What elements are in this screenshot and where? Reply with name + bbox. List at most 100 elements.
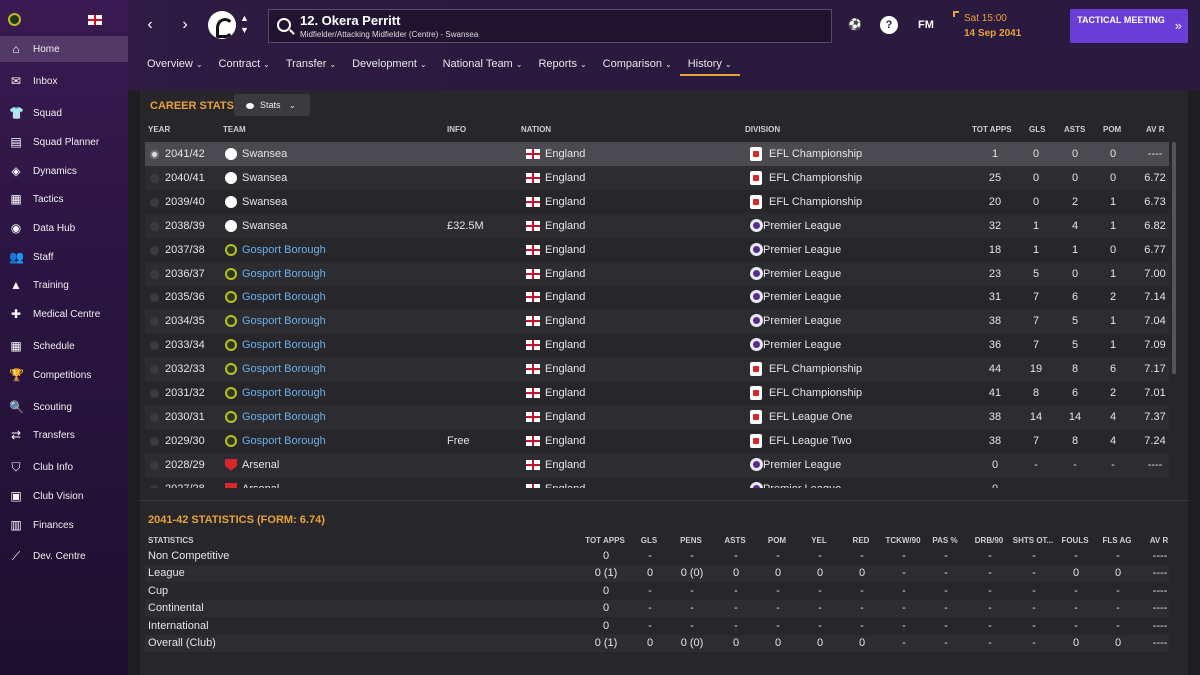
row-select-radio[interactable] [150,269,159,279]
row-team[interactable]: Gosport Borough [242,339,326,351]
col-header-pom[interactable]: POM [1103,125,1121,134]
col-header-division[interactable]: DIVISION [745,125,780,134]
stats-view-dropdown[interactable]: Stats ⌄ [234,94,310,116]
season-col-header[interactable]: GLS [627,536,671,545]
season-stats-row[interactable]: International 0- - - - - - - - - - - - ---- [145,618,1169,635]
sidebar-item-club-info[interactable]: ⛉ Club Info [0,454,128,480]
season-stats-row[interactable]: Non Competitive 0- - - - - - - - - - - - ---- [145,548,1169,565]
player-search-box[interactable]: 12. Okera Perritt Midfielder/Attacking M… [268,9,832,43]
row-nation[interactable]: England [545,363,585,375]
table-row[interactable]: 2036/37 Gosport Borough England Premier Lea… [145,261,1169,286]
col-header-year[interactable]: YEAR [148,125,170,134]
season-col-header[interactable]: SHTS OT... [1011,536,1055,545]
col-header-tot-apps[interactable]: TOT APPS [972,125,1012,134]
row-nation[interactable]: England [545,172,585,184]
tab-national-team[interactable]: National Team ⌄ [435,52,531,76]
row-nation[interactable]: England [545,148,585,160]
row-division[interactable]: EFL Championship [769,148,862,160]
row-division[interactable]: Premier League [763,339,841,351]
season-col-header[interactable]: STATISTICS [148,536,193,545]
col-header-nation[interactable]: NATION [521,125,551,134]
season-col-header[interactable]: ASTS [713,536,757,545]
sidebar-item-transfers[interactable]: ⇄ Transfers [0,422,128,448]
sidebar-item-dynamics[interactable]: ◈ Dynamics [0,158,128,184]
help-icon[interactable]: ? [880,16,898,34]
row-team[interactable]: Gosport Borough [242,435,326,447]
row-nation[interactable]: England [545,339,585,351]
sidebar-item-inbox[interactable]: ✉ Inbox [0,68,128,94]
row-select-radio[interactable] [150,197,159,207]
table-row[interactable]: 2027/28ArsenalEnglandPremier League0----… [145,477,1169,488]
sidebar-item-schedule[interactable]: ▦ Schedule [0,333,128,359]
sidebar-item-finances[interactable]: ▥ Finances [0,512,128,538]
row-nation[interactable]: England [545,315,585,327]
season-col-header[interactable]: PAS % [923,536,967,545]
row-division[interactable]: EFL Championship [769,172,862,184]
season-col-header[interactable]: RED [839,536,883,545]
row-team[interactable]: Swansea [242,172,287,184]
tab-development[interactable]: Development ⌄ [344,52,435,76]
col-header-asts[interactable]: ASTS [1064,125,1085,134]
tab-history[interactable]: History ⌄ [679,52,740,76]
col-header-gls[interactable]: GLS [1029,125,1045,134]
social-icon[interactable]: ⚽ [846,16,864,34]
season-stats-row[interactable]: Cup 0- - - - - - - - - - - - ---- [145,583,1169,600]
season-col-header[interactable]: TCKW/90 [881,536,925,545]
season-col-header[interactable]: FOULS [1053,536,1097,545]
fm-logo[interactable]: FM [914,16,938,34]
row-select-radio[interactable] [150,341,159,351]
season-stats-row[interactable]: Continental 0- - - - - - - - - - - - ---- [145,600,1169,618]
row-nation[interactable]: England [545,291,585,303]
tab-overview[interactable]: Overview ⌄ [139,52,211,76]
sidebar-item-data-hub[interactable]: ◉ Data Hub [0,215,128,241]
back-arrow-icon[interactable]: ‹ [138,13,162,37]
table-row[interactable]: 2030/31 Gosport Borough England EFL League … [145,404,1169,429]
sidebar-item-staff[interactable]: 👥 Staff [0,244,128,270]
season-stats-row[interactable]: Overall (Club) 0 (1) 0 0 (0) 0 0 0 0- - - -0 0 ---- [145,635,1169,652]
row-select-radio[interactable] [150,317,159,327]
table-row[interactable]: 2034/35 Gosport Borough England Premier Lea… [145,309,1169,334]
season-col-header[interactable]: YEL [797,536,841,545]
tab-reports[interactable]: Reports ⌄ [530,52,594,76]
row-team[interactable]: Gosport Borough [242,363,326,375]
tab-comparison[interactable]: Comparison ⌄ [595,52,680,76]
row-select-radio[interactable] [150,221,159,231]
row-nation[interactable]: England [545,196,585,208]
row-team[interactable]: Swansea [242,148,287,160]
row-select-radio[interactable] [150,412,159,422]
tab-transfer[interactable]: Transfer ⌄ [278,52,344,76]
row-team[interactable]: Gosport Borough [242,315,326,327]
row-team[interactable]: Arsenal [242,459,279,471]
sidebar-item-competitions[interactable]: 🏆 Competitions [0,362,128,388]
sidebar-item-squad[interactable]: 👕 Squad [0,100,128,126]
sidebar-item-home[interactable]: ⌂ Home [0,36,128,62]
table-row[interactable]: 2031/32 Gosport Borough England EFL Champio… [145,381,1169,405]
row-team[interactable]: Gosport Borough [242,291,326,303]
season-col-header[interactable]: TOT APPS [583,536,627,545]
season-col-header[interactable]: AV R [1137,536,1181,545]
row-nation[interactable]: England [545,268,585,280]
row-team[interactable]: Gosport Borough [242,268,326,280]
row-select-radio[interactable] [150,293,159,303]
row-division[interactable]: EFL League One [769,411,852,423]
row-team[interactable]: Swansea [242,196,287,208]
table-row[interactable]: 2038/39 Swansea £32.5M England Premier Leagu… [145,213,1169,238]
club-badge-icon[interactable] [8,13,21,26]
row-division[interactable]: Premier League [763,220,841,232]
row-team[interactable]: Arsenal [242,483,279,488]
table-row[interactable]: 2032/33 Gosport Borough England EFL Champio… [145,357,1169,382]
sidebar-item-medical-centre[interactable]: ✚ Medical Centre [0,301,128,327]
tab-contract[interactable]: Contract ⌄ [211,52,278,76]
forward-arrow-icon[interactable]: › [173,13,197,37]
row-division[interactable]: EFL Championship [769,387,862,399]
table-row[interactable]: 2033/34 Gosport Borough England Premier Lea… [145,333,1169,357]
table-row[interactable]: 2028/29 Arsenal England Premier League 0- - - -… [145,452,1169,477]
england-flag-icon[interactable] [88,15,102,25]
row-select-radio[interactable] [150,484,159,488]
row-select-radio[interactable] [150,460,159,470]
row-team[interactable]: Swansea [242,220,287,232]
table-row[interactable]: 2035/36 Gosport Borough England Premier Lea… [145,285,1169,309]
row-division[interactable]: Premier League [763,268,841,280]
career-scrollbar[interactable] [1172,142,1176,374]
sidebar-item-squad-planner[interactable]: ▤ Squad Planner [0,129,128,155]
